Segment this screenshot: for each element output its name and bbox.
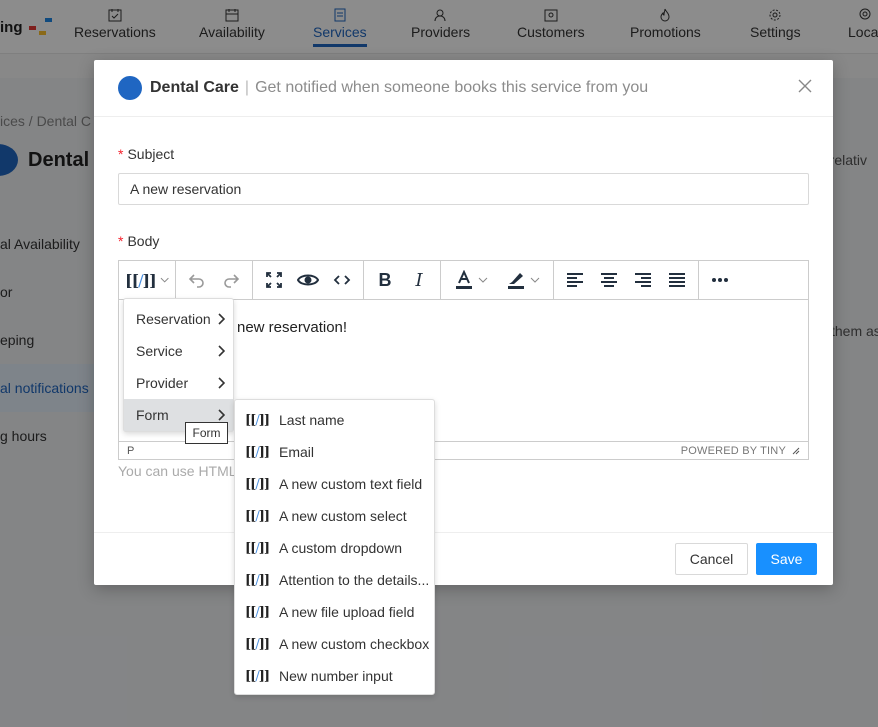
element-path[interactable]: P [127, 445, 134, 457]
more-button[interactable] [703, 263, 737, 297]
text-color-icon [456, 270, 472, 289]
modal-header: Dental Care | Get notified when someone … [94, 60, 833, 117]
submenu-item[interactable]: [[/]] Email [235, 436, 434, 468]
align-center-icon [601, 273, 617, 287]
chevron-right-icon [218, 377, 225, 389]
placeholder-icon: [[/]] [245, 636, 270, 652]
more-icon [712, 278, 728, 282]
eye-icon [297, 274, 319, 286]
redo-icon [224, 274, 240, 288]
placeholder-icon: [[/]] [245, 444, 270, 460]
service-color-dot [118, 76, 142, 100]
highlight-color-button[interactable] [497, 263, 549, 297]
chevron-down-icon [160, 277, 169, 283]
placeholder-icon: [[/]] [245, 412, 270, 428]
menu-item-provider[interactable]: Provider [124, 367, 233, 399]
powered-by-link[interactable]: POWERED BY TINY [681, 445, 786, 457]
form-fields-submenu: [[/]] Last name [[/]] Email [[/]] A new cus… [234, 399, 435, 695]
justify-button[interactable] [660, 263, 694, 297]
redo-button[interactable] [214, 263, 248, 297]
align-right-button[interactable] [626, 263, 660, 297]
placeholder-icon: [[/]] [245, 668, 270, 684]
modal-subtitle: Get notified when someone books this ser… [255, 79, 649, 96]
resize-handle-icon[interactable] [792, 447, 800, 455]
align-left-icon [567, 273, 583, 287]
editor-toolbar: [[/]] B I [119, 261, 808, 300]
text-color-button[interactable] [445, 263, 497, 297]
save-button[interactable]: Save [756, 543, 817, 575]
menu-item-service[interactable]: Service [124, 335, 233, 367]
align-right-icon [635, 273, 651, 287]
subject-input[interactable] [118, 173, 809, 205]
submenu-item[interactable]: [[/]] A new file upload field [235, 596, 434, 628]
placeholder-icon: [[/]] [245, 476, 270, 492]
close-icon[interactable] [797, 78, 813, 94]
chevron-right-icon [218, 409, 225, 421]
italic-icon: I [415, 269, 423, 291]
submenu-item[interactable]: [[/]] A new custom select [235, 500, 434, 532]
undo-button[interactable] [180, 263, 214, 297]
modal-title: Dental Care [150, 79, 239, 96]
preview-button[interactable] [291, 263, 325, 297]
placeholder-icon: [[/]] [245, 508, 270, 524]
modal-footer: Cancel Save [94, 532, 833, 585]
subject-label: * Subject [118, 146, 175, 162]
chevron-right-icon [218, 345, 225, 357]
submenu-item[interactable]: [[/]] A custom dropdown [235, 532, 434, 564]
menu-item-reservation[interactable]: Reservation [124, 303, 233, 335]
submenu-item[interactable]: [[/]] A new custom text field [235, 468, 434, 500]
submenu-item[interactable]: [[/]] Attention to the details... [235, 564, 434, 596]
title-separator: | [244, 79, 250, 96]
align-left-button[interactable] [558, 263, 592, 297]
tooltip: Form [185, 422, 228, 444]
source-code-button[interactable] [325, 263, 359, 297]
align-center-button[interactable] [592, 263, 626, 297]
submenu-item[interactable]: [[/]] A new custom checkbox [235, 628, 434, 660]
chevron-down-icon [478, 277, 488, 283]
bold-icon: B [378, 269, 392, 290]
placeholder-icon: [[/]] [245, 572, 270, 588]
placeholder-menu-button[interactable]: [[/]] [123, 263, 171, 297]
highlighter-icon [508, 273, 524, 289]
chevron-down-icon [530, 277, 540, 283]
justify-icon [669, 273, 685, 287]
submenu-item[interactable]: [[/]] New number input [235, 660, 434, 692]
undo-icon [188, 274, 204, 288]
placeholder-icon: [[/]] [245, 540, 270, 556]
placeholder-icon: [[/]] [245, 604, 270, 620]
italic-button[interactable]: I [402, 263, 436, 297]
chevron-right-icon [218, 313, 225, 325]
bold-button[interactable]: B [368, 263, 402, 297]
cancel-button[interactable]: Cancel [675, 543, 748, 575]
placeholder-menu: Reservation Service Provider Form [123, 298, 234, 432]
html-hint: You can use HTML [118, 463, 237, 479]
fullscreen-button[interactable] [257, 263, 291, 297]
placeholder-icon: [[/]] [125, 270, 157, 290]
body-label: * Body [118, 233, 160, 249]
fullscreen-icon [266, 272, 282, 288]
submenu-item[interactable]: [[/]] Last name [235, 404, 434, 436]
code-icon [333, 275, 351, 285]
